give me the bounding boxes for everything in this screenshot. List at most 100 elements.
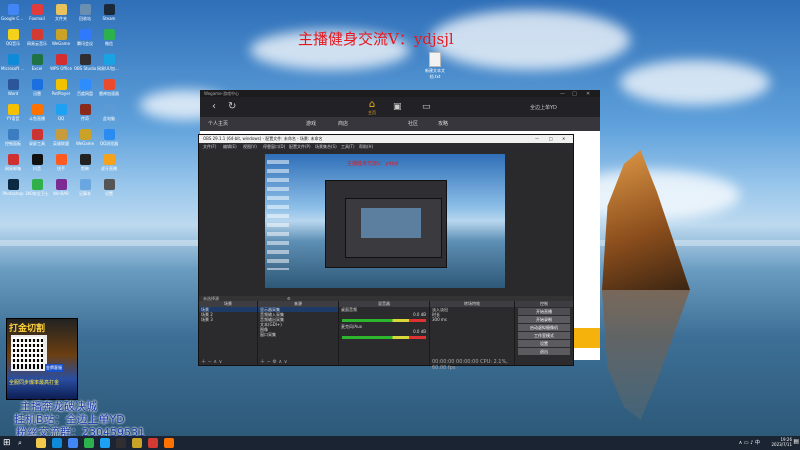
desktop-icon[interactable]: 录屏工具 bbox=[25, 129, 49, 147]
studio-mode-button[interactable]: 工作室模式 bbox=[518, 332, 570, 339]
desktop-icon[interactable]: 雷神加速器 bbox=[97, 79, 121, 97]
desktop-icon[interactable]: 快手 bbox=[49, 154, 73, 172]
home-button[interactable]: ⌂ 主页 bbox=[362, 99, 382, 116]
file-explorer-icon[interactable] bbox=[36, 438, 46, 448]
wegame-taskbar-icon[interactable] bbox=[132, 438, 142, 448]
desktop-icon[interactable]: Microsoft Edge bbox=[1, 54, 25, 71]
virtual-camera-button[interactable]: 启动虚拟摄像机 bbox=[518, 324, 570, 331]
desktop-icon[interactable]: 文件夹 bbox=[49, 4, 73, 22]
desktop-icon-label: QQ浏览器 bbox=[99, 141, 119, 146]
desktop-icon[interactable]: 英雄联盟 bbox=[49, 129, 73, 147]
desktop-icon-label: 腾讯会议 bbox=[77, 41, 93, 46]
desktop-icon[interactable]: 网易云音乐 bbox=[25, 29, 49, 47]
desktop-icon[interactable]: 微信 bbox=[97, 29, 121, 47]
obs-window[interactable]: OBS 29.1.1 (64-bit, windows) - 配置文件: 未命名… bbox=[198, 134, 574, 371]
start-button[interactable]: ⊞ bbox=[3, 438, 11, 448]
scene-item[interactable]: 场景 3 bbox=[199, 317, 257, 322]
desktop-icon[interactable]: 腾讯会议 bbox=[73, 29, 97, 47]
desktop-icon[interactable]: QQ bbox=[49, 104, 73, 121]
video-icon[interactable]: ▭ bbox=[422, 102, 431, 112]
desktop-icon-label: OBS Studio bbox=[73, 66, 97, 71]
volume-meter bbox=[342, 319, 426, 322]
desktop-icon[interactable]: 网易邮箱 bbox=[1, 154, 25, 172]
desktop-file-icon[interactable]: 新建文本文档.txt bbox=[425, 52, 445, 80]
system-tray[interactable]: ∧ ▭ ♪ 中 bbox=[739, 439, 760, 446]
desktop-icon[interactable]: 抖音 bbox=[25, 154, 49, 172]
obs-taskbar-icon[interactable] bbox=[116, 438, 126, 448]
desktop-icon[interactable]: QQ音乐 bbox=[1, 29, 25, 47]
desktop-icon[interactable]: Word bbox=[1, 79, 25, 96]
obs-preview-area[interactable]: 主播健身交流V：ydjsjl bbox=[199, 150, 573, 296]
controls-header: 控制 bbox=[515, 301, 573, 307]
desktop-icon[interactable]: 此电脑 bbox=[97, 104, 121, 122]
desktop-icon[interactable]: 斗鱼直播 bbox=[25, 104, 49, 122]
subnav-item[interactable]: 商店 bbox=[338, 120, 348, 127]
chat-icon[interactable]: ▣ bbox=[393, 102, 402, 112]
subnav-item[interactable]: 社区 bbox=[408, 120, 418, 127]
desktop-icon[interactable]: YY语音 bbox=[1, 104, 25, 122]
search-icon[interactable]: ⌕ bbox=[18, 439, 22, 448]
refresh-icon[interactable]: ↻ bbox=[228, 101, 236, 112]
subnav-item[interactable]: 攻略 bbox=[438, 120, 448, 127]
desktop-icon[interactable]: Photoshop bbox=[1, 179, 25, 196]
desktop-icon[interactable]: Steam bbox=[97, 4, 121, 21]
douyu-icon[interactable] bbox=[164, 438, 174, 448]
desktop-icon[interactable]: 360安全卫士 bbox=[25, 179, 49, 197]
back-icon[interactable]: ‹ bbox=[212, 101, 216, 112]
start-recording-button[interactable]: 开始录制 bbox=[518, 316, 570, 323]
desktop-icon[interactable]: 百度网盘 bbox=[73, 79, 97, 97]
desktop-icon[interactable]: 剪映 bbox=[73, 154, 97, 172]
home-label: 主页 bbox=[368, 110, 376, 115]
desktop-icon-label: PotPlayer bbox=[51, 91, 71, 96]
app-icon bbox=[79, 179, 91, 190]
edge-icon[interactable] bbox=[52, 438, 62, 448]
desktop-icon[interactable]: PotPlayer bbox=[49, 79, 73, 96]
exit-button[interactable]: 退出 bbox=[518, 348, 570, 355]
desktop-icon[interactable]: Google Chrome bbox=[1, 4, 25, 21]
wechat-icon[interactable] bbox=[84, 438, 94, 448]
notification-icon[interactable]: ▤ bbox=[793, 438, 799, 445]
app-icon bbox=[55, 129, 67, 140]
obs-maximize-button[interactable]: □ bbox=[549, 136, 553, 141]
start-streaming-button[interactable]: 开始直播 bbox=[518, 308, 570, 315]
desktop-icon-label: 虎牙直播 bbox=[101, 166, 117, 171]
user-name[interactable]: 全边上单YD bbox=[530, 104, 557, 111]
obs-close-button[interactable]: ✕ bbox=[562, 136, 565, 141]
desktop-icon[interactable]: WeGame bbox=[73, 129, 97, 146]
desktop-icon[interactable]: WPS Office bbox=[49, 54, 73, 71]
desktop-icon[interactable]: 回收站 bbox=[73, 4, 97, 22]
subnav-item[interactable]: 游戏 bbox=[306, 120, 316, 127]
obs-preview[interactable]: 主播健身交流V：ydjsjl bbox=[265, 154, 505, 288]
sources-panel: 来源 显示器采集 音频输入采集 音频输出采集 文本(GDI+) 图像 窗口采集 … bbox=[258, 301, 339, 365]
desktop-icon[interactable]: 网易UU加速器 bbox=[97, 54, 121, 72]
desktop-icon[interactable]: 控制面板 bbox=[1, 129, 25, 147]
qq-icon[interactable] bbox=[100, 438, 110, 448]
desktop-icon[interactable]: WinRAR bbox=[49, 179, 73, 196]
clock[interactable]: 19:26 2023/7/11 bbox=[771, 437, 792, 447]
desktop-icon[interactable]: WeGame bbox=[49, 29, 73, 46]
scene-toolbar[interactable]: ＋ − ∧ ∨ bbox=[199, 359, 259, 365]
chrome-icon[interactable] bbox=[68, 438, 78, 448]
desktop-icon[interactable]: QQ浏览器 bbox=[97, 129, 121, 147]
source-item[interactable]: 窗口采集 bbox=[258, 332, 338, 337]
app-icon bbox=[7, 4, 19, 15]
desktop-icon[interactable]: 记事本 bbox=[73, 179, 97, 197]
wegame-navbar: ‹ ↻ ⌂ 主页 ▣ ▭ 全边上单YD bbox=[200, 97, 600, 117]
desktop-icon[interactable]: 虎牙直播 bbox=[97, 154, 121, 172]
desktop-icon[interactable]: 迅雷 bbox=[25, 79, 49, 97]
desktop-icon[interactable]: OBS Studio bbox=[73, 54, 97, 71]
obs-minimize-button[interactable]: — bbox=[535, 136, 539, 141]
subnav-item[interactable]: 个人主页 bbox=[208, 120, 228, 127]
source-toolbar[interactable]: ＋ − ⚙ ∧ ∨ bbox=[258, 359, 340, 365]
transition-duration[interactable]: 300 ms bbox=[430, 317, 514, 322]
music-icon[interactable] bbox=[148, 438, 158, 448]
desktop-icon[interactable]: Excel bbox=[25, 54, 49, 71]
desktop-icon[interactable]: Foxmail bbox=[25, 4, 49, 21]
settings-button[interactable]: 设置 bbox=[518, 340, 570, 347]
promo-tag: 金牌客服 bbox=[45, 364, 63, 372]
desktop-icon[interactable]: 传奇 bbox=[73, 104, 97, 122]
desktop-icon[interactable]: 设置 bbox=[97, 179, 121, 197]
promo-line: 全服同步爆率最高打金 bbox=[9, 380, 60, 386]
wegame-titlebar: Wegame-游戏中心 — □ ✕ bbox=[200, 90, 600, 97]
app-icon bbox=[55, 54, 67, 65]
